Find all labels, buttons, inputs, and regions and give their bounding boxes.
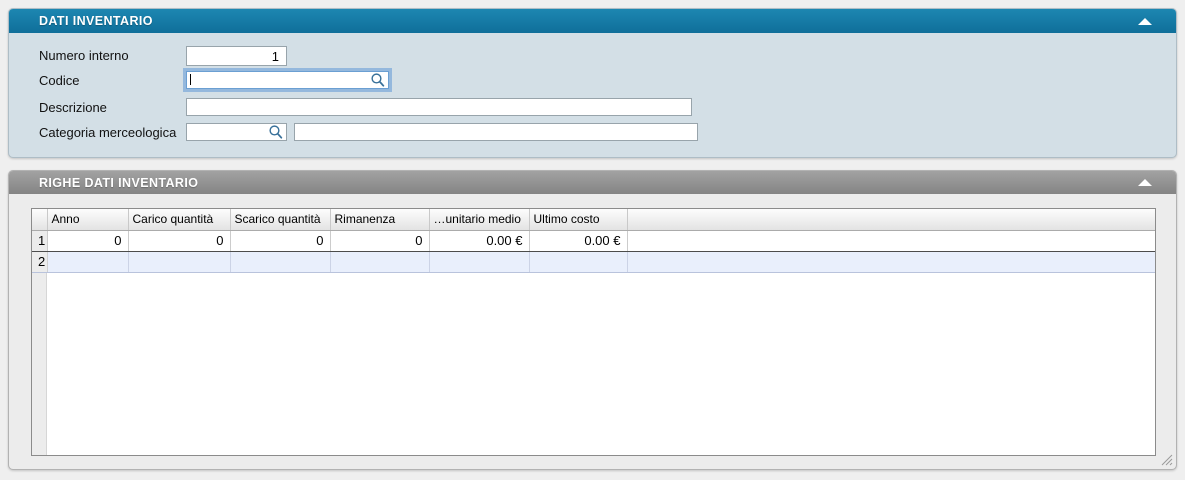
column-header-anno[interactable]: Anno xyxy=(47,209,128,230)
cell-ultimo-costo[interactable]: 0.00 € xyxy=(529,230,627,251)
descrizione-field[interactable] xyxy=(186,98,692,116)
grid-corner-cell xyxy=(32,209,47,230)
numero-interno-label: Numero interno xyxy=(39,47,129,65)
categoria-code-field-wrap xyxy=(186,123,287,141)
cell-carico-quantita[interactable] xyxy=(128,251,230,272)
panel-title-dati-inventario: DATI INVENTARIO xyxy=(39,14,1138,28)
cell-scarico-quantita[interactable]: 0 xyxy=(230,230,330,251)
resize-grip-icon[interactable] xyxy=(1160,453,1173,466)
codice-field-wrap xyxy=(186,71,389,89)
categoria-code-field[interactable] xyxy=(186,123,287,141)
row-number[interactable]: 1 xyxy=(32,230,47,251)
cell-filler[interactable] xyxy=(627,230,1155,251)
cell-rimanenza[interactable]: 0 xyxy=(330,230,429,251)
categoria-merceologica-label: Categoria merceologica xyxy=(39,124,176,142)
cell-scarico-quantita[interactable] xyxy=(230,251,330,272)
cell-carico-quantita[interactable]: 0 xyxy=(128,230,230,251)
column-header-rimanenza[interactable]: Rimanenza xyxy=(330,209,429,230)
cell-anno[interactable] xyxy=(47,251,128,272)
text-caret xyxy=(190,74,191,85)
grid-header-row: Anno Carico quantità Scarico quantità Ri… xyxy=(32,209,1155,230)
cell-unitario-medio[interactable]: 0.00 € xyxy=(429,230,529,251)
panel-header-dati-inventario[interactable]: DATI INVENTARIO xyxy=(9,9,1176,33)
cell-ultimo-costo[interactable] xyxy=(529,251,627,272)
collapse-triangle-up-icon[interactable] xyxy=(1138,179,1152,186)
column-header-ultimo-costo[interactable]: Ultimo costo xyxy=(529,209,627,230)
panel-righe-dati-inventario: RIGHE DATI INVENTARIO Anno Carico quanti… xyxy=(8,170,1177,470)
column-header-scarico-quantita[interactable]: Scarico quantità xyxy=(230,209,330,230)
cell-filler[interactable] xyxy=(627,251,1155,272)
descrizione-label: Descrizione xyxy=(39,99,107,117)
row-number[interactable]: 2 xyxy=(32,251,47,272)
column-header-unitario-medio[interactable]: …unitario medio xyxy=(429,209,529,230)
cell-rimanenza[interactable] xyxy=(330,251,429,272)
panel-title-righe-dati-inventario: RIGHE DATI INVENTARIO xyxy=(39,176,1138,190)
column-header-filler xyxy=(627,209,1155,230)
codice-field[interactable] xyxy=(186,71,389,89)
table-row[interactable]: 1 0 0 0 0 0.00 € 0.00 € xyxy=(32,230,1155,251)
categoria-description-field[interactable] xyxy=(294,123,698,141)
inventory-rows-grid: Anno Carico quantità Scarico quantità Ri… xyxy=(31,208,1156,456)
collapse-triangle-up-icon[interactable] xyxy=(1138,18,1152,25)
codice-label: Codice xyxy=(39,72,79,90)
table-row[interactable]: 2 xyxy=(32,251,1155,272)
cell-unitario-medio[interactable] xyxy=(429,251,529,272)
cell-anno[interactable]: 0 xyxy=(47,230,128,251)
panel-dati-inventario: DATI INVENTARIO Numero interno Codice De… xyxy=(8,8,1177,158)
column-header-carico-quantita[interactable]: Carico quantità xyxy=(128,209,230,230)
panel-header-righe-dati-inventario[interactable]: RIGHE DATI INVENTARIO xyxy=(9,171,1176,194)
numero-interno-field[interactable] xyxy=(186,46,287,66)
